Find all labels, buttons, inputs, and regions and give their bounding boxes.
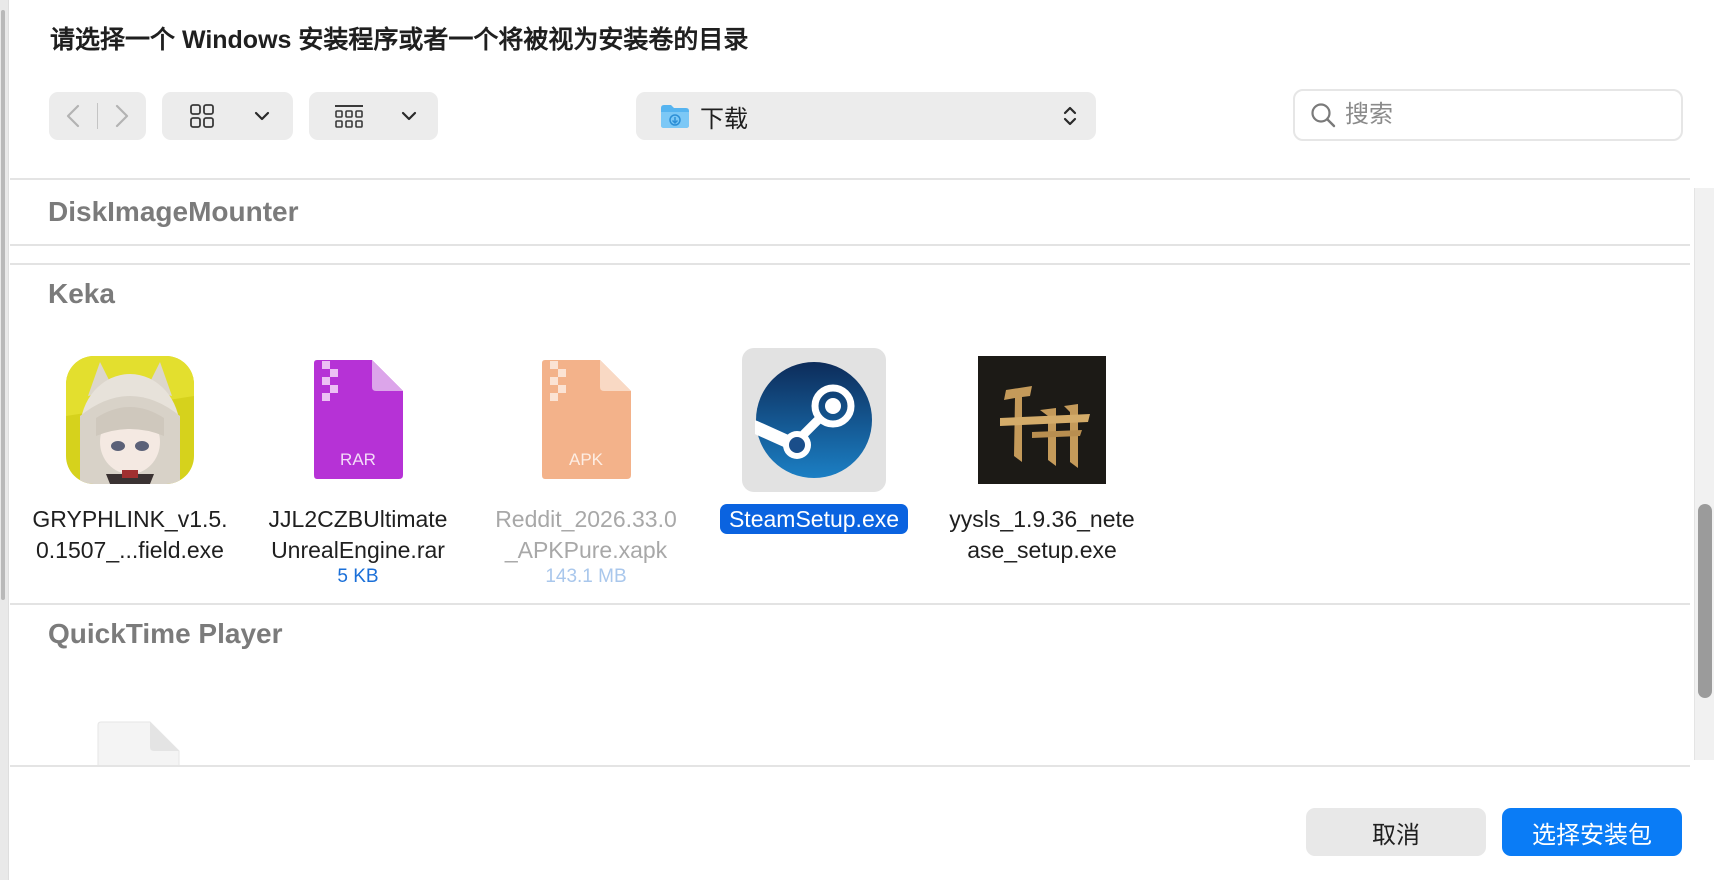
group-mode-button[interactable] xyxy=(309,92,438,140)
dialog-title: 请选择一个 Windows 安装程序或者一个将被视为安装卷的目录 xyxy=(50,26,749,54)
group-view-icon xyxy=(335,105,363,128)
file-name-line: _APKPure.xapk xyxy=(504,537,668,563)
rar-archive-icon: RAR xyxy=(314,360,403,479)
file-name-selected: SteamSetup.exe xyxy=(719,504,909,534)
file-name-line: 0.1507_...field.exe xyxy=(36,537,224,563)
choose-installer-button[interactable]: 选择安装包 xyxy=(1502,808,1682,856)
file-item-yysls[interactable]: yysls_1.9.36_nete ase_setup.exe xyxy=(932,348,1152,566)
apk-archive-icon: APK xyxy=(542,360,631,479)
downloads-folder-icon xyxy=(661,105,689,128)
file-item-steamsetup[interactable]: SteamSetup.exe xyxy=(704,348,924,535)
file-item-gryphlink[interactable]: GRYPHLINK_v1.5. 0.1507_...field.exe xyxy=(20,348,240,566)
file-name-line: Reddit_2026.33.0 xyxy=(495,506,677,532)
cancel-button[interactable]: 取消 xyxy=(1306,808,1486,856)
grid-view-icon xyxy=(190,104,214,128)
search-icon xyxy=(1311,103,1336,128)
selection-highlight xyxy=(742,348,886,492)
location-label: 下载 xyxy=(700,105,748,133)
window-edge xyxy=(0,0,9,880)
location-popup[interactable]: 下载 xyxy=(636,92,1096,140)
up-down-chevron-icon xyxy=(1063,106,1077,126)
group-header-quicktime: QuickTime Player xyxy=(48,618,283,649)
chevron-down-icon xyxy=(254,111,270,121)
forward-button[interactable] xyxy=(98,92,146,140)
file-name-line: JJL2CZBUltimate xyxy=(268,506,448,532)
file-name-line: GRYPHLINK_v1.5. xyxy=(32,506,228,532)
search-input[interactable] xyxy=(1345,101,1645,129)
group-divider xyxy=(10,263,1690,265)
file-name-line: yysls_1.9.36_nete xyxy=(949,506,1135,532)
gryphlink-app-icon xyxy=(66,356,194,484)
file-name-line: ase_setup.exe xyxy=(967,537,1117,563)
chevron-down-icon xyxy=(401,111,417,121)
apk-icon-label: APK xyxy=(569,450,604,469)
file-item-rar[interactable]: RAR JJL2CZBUltimate UnrealEngine.rar 5 K… xyxy=(248,348,468,588)
back-button[interactable] xyxy=(49,92,97,140)
rar-icon-label: RAR xyxy=(340,450,376,469)
steam-app-icon xyxy=(755,362,872,478)
file-item-video[interactable] xyxy=(28,704,248,765)
chevron-right-icon xyxy=(115,104,129,128)
file-size: 5 KB xyxy=(337,566,379,587)
file-item-apk[interactable]: APK Reddit_2026.33.0 _APKPure.xapk 143.1… xyxy=(476,348,696,588)
search-field xyxy=(1293,89,1683,141)
video-file-icon xyxy=(97,721,180,765)
group-header-keka: Keka xyxy=(48,278,115,309)
vertical-scrollbar[interactable] xyxy=(1694,188,1714,760)
yysls-app-icon xyxy=(978,356,1106,484)
nav-button-group xyxy=(49,92,146,140)
window-edge-grip xyxy=(1,10,5,600)
group-divider xyxy=(10,244,1690,246)
view-mode-button[interactable] xyxy=(162,92,293,140)
file-size: 143.1 MB xyxy=(545,566,627,587)
file-name-line: UnrealEngine.rar xyxy=(271,537,445,563)
group-header-diskimagemounter: DiskImageMounter xyxy=(48,196,299,227)
scrollbar-thumb[interactable] xyxy=(1698,504,1712,698)
footer-divider xyxy=(10,765,1690,767)
chevron-left-icon xyxy=(66,104,80,128)
group-divider xyxy=(10,603,1690,605)
file-browser[interactable]: DiskImageMounter Keka GRYPHLINK_v1.5. 0.… xyxy=(10,180,1690,765)
